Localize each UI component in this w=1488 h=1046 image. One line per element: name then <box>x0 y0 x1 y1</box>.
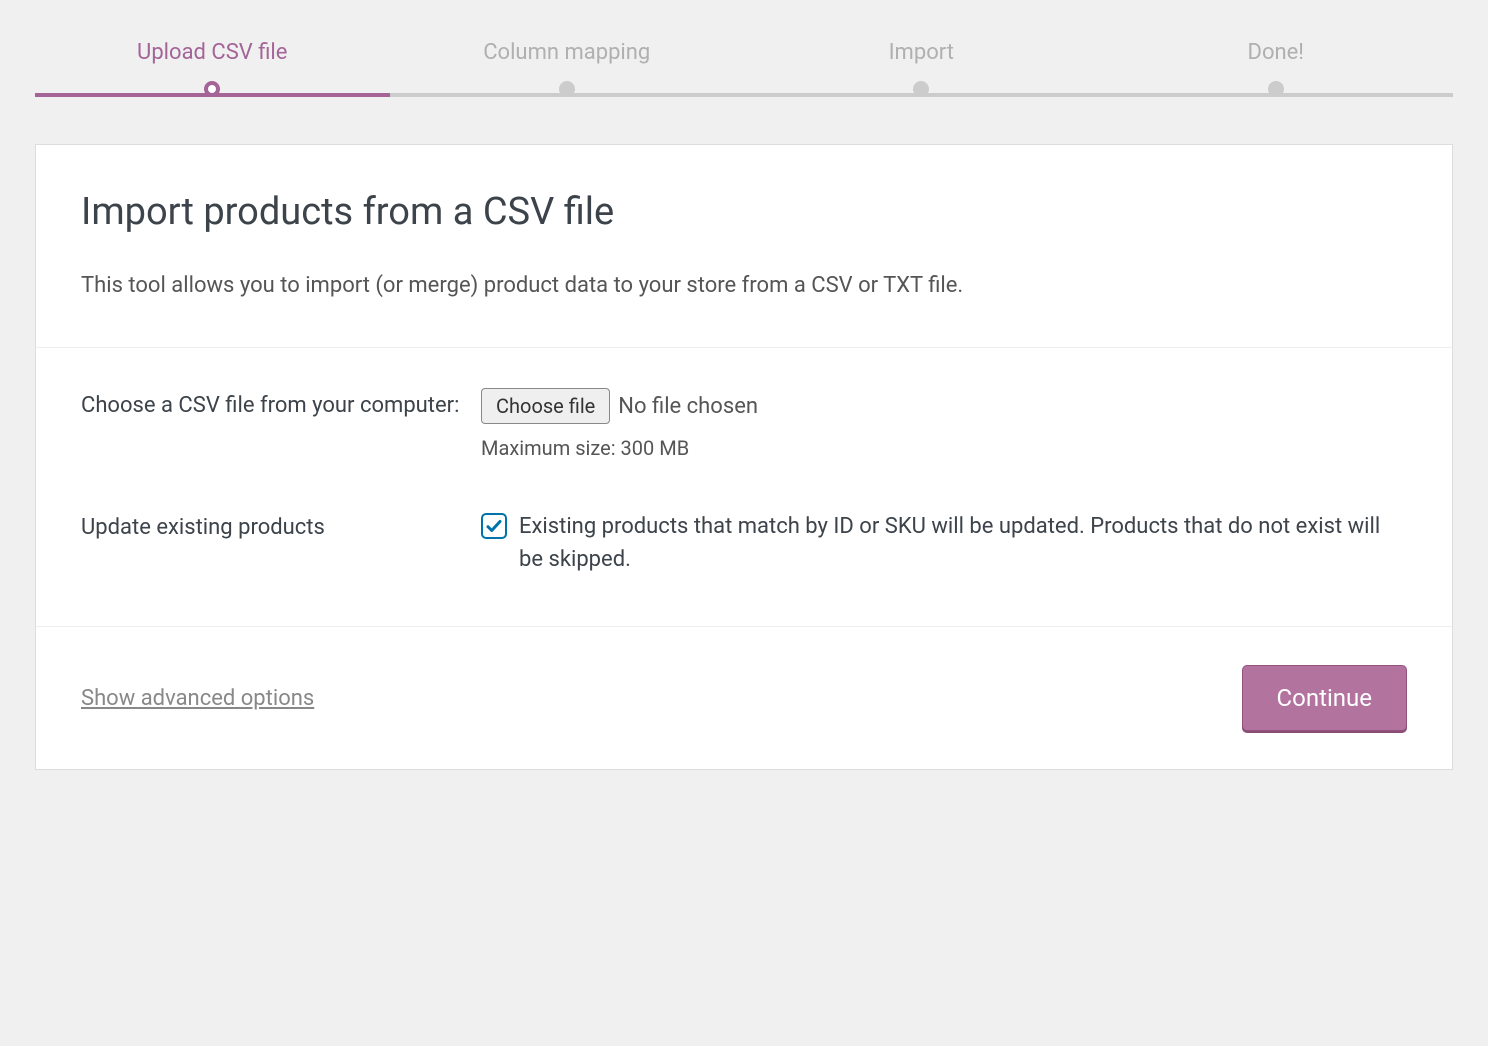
step-import: Import <box>744 40 1099 99</box>
file-field-control: Choose file No file chosen Maximum size:… <box>481 388 1407 460</box>
continue-button[interactable]: Continue <box>1242 665 1407 731</box>
import-stepper: Upload CSV file Column mapping Import Do… <box>35 40 1453 99</box>
checkmark-icon <box>485 517 503 535</box>
update-checkbox-row: Existing products that match by ID or SK… <box>481 510 1407 576</box>
form-row-file: Choose a CSV file from your computer: Ch… <box>81 388 1407 460</box>
file-field-label: Choose a CSV file from your computer: <box>81 388 481 423</box>
card-header: Import products from a CSV file This too… <box>36 145 1452 348</box>
file-status-text: No file chosen <box>618 394 758 419</box>
step-label: Column mapping <box>390 40 745 65</box>
choose-file-button[interactable]: Choose file <box>481 388 610 424</box>
page-subtitle: This tool allows you to import (or merge… <box>81 269 1407 302</box>
update-existing-checkbox[interactable] <box>481 513 507 539</box>
update-checkbox-description: Existing products that match by ID or SK… <box>519 510 1407 576</box>
update-field-control: Existing products that match by ID or SK… <box>481 510 1407 576</box>
card-footer: Show advanced options Continue <box>36 627 1452 769</box>
form-body: Choose a CSV file from your computer: Ch… <box>36 348 1452 627</box>
step-dot-icon <box>559 81 575 97</box>
step-label: Done! <box>1099 40 1454 65</box>
page-title: Import products from a CSV file <box>81 190 1407 234</box>
show-advanced-options-link[interactable]: Show advanced options <box>81 686 314 711</box>
step-dot-icon <box>204 81 220 97</box>
step-upload-csv: Upload CSV file <box>35 40 390 99</box>
file-input-row: Choose file No file chosen <box>481 388 1407 424</box>
import-card: Import products from a CSV file This too… <box>35 144 1453 770</box>
form-row-update: Update existing products Existing produc… <box>81 510 1407 576</box>
step-done: Done! <box>1099 40 1454 99</box>
file-size-hint: Maximum size: 300 MB <box>481 436 1407 460</box>
step-column-mapping: Column mapping <box>390 40 745 99</box>
step-dot-icon <box>1268 81 1284 97</box>
update-field-label: Update existing products <box>81 510 481 545</box>
step-dot-icon <box>913 81 929 97</box>
step-label: Import <box>744 40 1099 65</box>
step-label: Upload CSV file <box>35 40 390 65</box>
